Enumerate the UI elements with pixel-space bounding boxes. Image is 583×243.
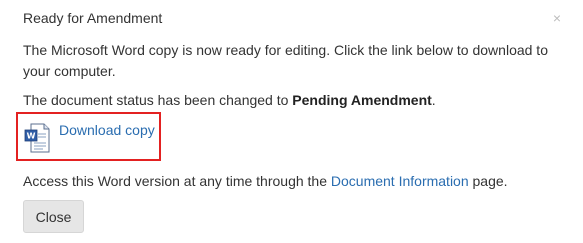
status-prefix: The document status has been changed to: [23, 92, 293, 108]
dialog-title: Ready for Amendment: [23, 10, 163, 26]
download-copy-link[interactable]: Download copy: [59, 122, 155, 138]
document-information-link[interactable]: Document Information: [331, 173, 469, 189]
access-prefix: Access this Word version at any time thr…: [23, 173, 331, 189]
access-suffix: page.: [468, 173, 508, 189]
status-value: Pending Amendment: [292, 92, 432, 108]
download-highlight-box: W Download copy: [16, 112, 161, 161]
close-button[interactable]: Close: [23, 200, 84, 233]
ready-message: The Microsoft Word copy is now ready for…: [23, 42, 548, 79]
close-icon[interactable]: ×: [553, 10, 561, 26]
ready-for-amendment-dialog: Ready for Amendment × The Microsoft Word…: [0, 0, 583, 243]
status-suffix: .: [431, 92, 436, 108]
word-document-icon[interactable]: W: [24, 123, 50, 153]
svg-text:W: W: [27, 132, 36, 141]
access-message: Access this Word version at any time thr…: [23, 172, 508, 190]
status-message: The document status has been changed to …: [23, 90, 436, 110]
